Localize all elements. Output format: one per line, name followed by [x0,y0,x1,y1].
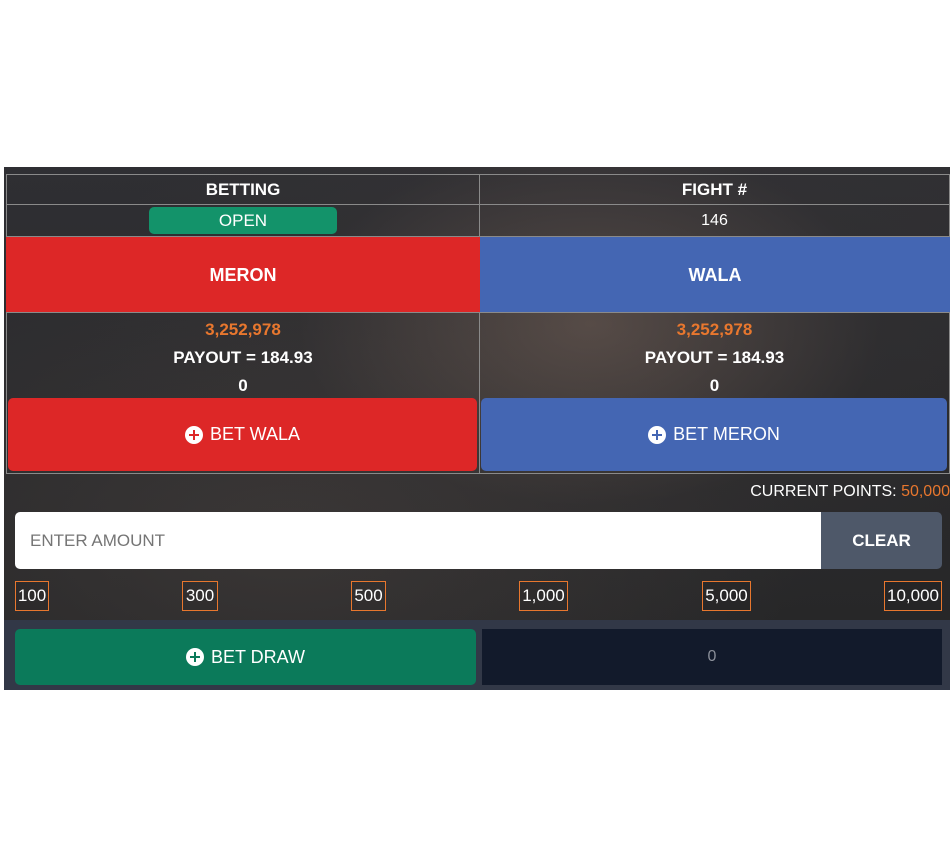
wala-payout: PAYOUT = 184.93 [644,348,785,367]
chip-label: 500 [354,586,383,605]
plus-circle-icon [185,648,204,666]
wala-my-bet: 0 [709,376,720,395]
fight-header: FIGHT # [479,174,950,205]
wala-total-amount: 3,252,978 [676,320,753,339]
bet-wala-button[interactable]: BET WALA [8,398,477,471]
meron-label: MERON [209,264,277,285]
chip-label: 5,000 [705,586,748,605]
wala-label: WALA [688,264,742,285]
meron-payout: PAYOUT = 184.93 [173,348,313,367]
bet-draw-label: BET DRAW [210,646,305,667]
chip-300[interactable]: 300 [182,581,218,611]
betting-panel: BETTING FIGHT # OPEN 146 MERON WALA 3,25… [4,167,950,690]
chip-1000[interactable]: 1,000 [519,581,568,611]
bet-wala-label: BET WALA [209,424,301,444]
fight-header-label: FIGHT # [681,179,748,199]
meron-header: MERON [6,237,480,313]
betting-status-cell: OPEN [6,204,480,237]
meron-my-bet: 0 [238,376,248,395]
plus-circle-icon [648,425,667,444]
chip-10000[interactable]: 10,000 [884,581,942,611]
chip-label: 100 [17,586,47,605]
plus-circle-icon [184,425,203,444]
chip-label: 1,000 [522,586,565,605]
current-points: CURRENT POINTS: 50,000 [604,483,950,505]
current-points-value: 50,000 [901,483,950,500]
bet-meron-label: BET MERON [673,424,780,444]
wala-header: WALA [480,237,950,313]
chip-500[interactable]: 500 [351,581,386,611]
betting-status-text: OPEN [218,210,268,230]
betting-header: BETTING [6,174,480,205]
meron-total-amount: 3,252,978 [205,320,281,339]
bet-draw-button[interactable]: BET DRAW [15,629,476,685]
fight-number-cell: 146 [479,204,950,237]
betting-status-badge: OPEN [149,207,337,234]
chip-5000[interactable]: 5,000 [702,581,751,611]
chip-label: 300 [185,586,215,605]
fight-number: 146 [701,211,728,229]
amount-input[interactable] [15,512,822,569]
draw-amount-display: 0 [482,629,942,685]
current-points-label: CURRENT POINTS: [750,483,897,500]
bet-meron-button[interactable]: BET MERON [481,398,947,471]
betting-header-label: BETTING [205,179,281,199]
chip-100[interactable]: 100 [15,581,49,611]
chip-label: 10,000 [887,586,939,605]
clear-button[interactable]: CLEAR [821,512,942,569]
draw-amount: 0 [707,648,717,665]
clear-label: CLEAR [852,530,911,550]
